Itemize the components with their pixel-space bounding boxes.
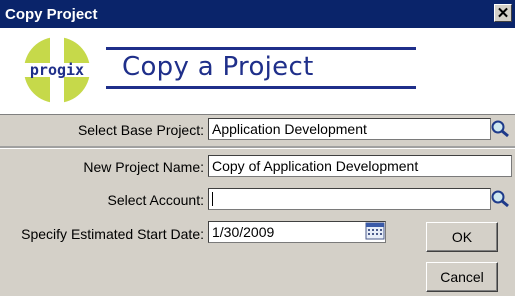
progix-logo: progix bbox=[22, 35, 92, 105]
base-project-label: Select Base Project: bbox=[77, 122, 204, 138]
title-rule-top bbox=[106, 47, 416, 50]
start-date-field[interactable]: 1/30/2009 bbox=[208, 221, 386, 243]
title-rule-bottom bbox=[106, 86, 416, 89]
base-project-field[interactable]: Application Development bbox=[208, 118, 491, 140]
cancel-button[interactable]: Cancel bbox=[426, 262, 498, 292]
calendar-icon[interactable] bbox=[365, 222, 387, 242]
search-icon[interactable] bbox=[489, 189, 511, 209]
text-cursor bbox=[212, 192, 213, 206]
ok-button[interactable]: OK bbox=[426, 222, 498, 252]
search-icon[interactable] bbox=[489, 119, 511, 139]
account-field[interactable] bbox=[208, 188, 491, 210]
logo-text: progix bbox=[29, 61, 85, 79]
window-title: Copy Project bbox=[5, 6, 98, 23]
account-label: Select Account: bbox=[107, 192, 204, 208]
header-divider bbox=[0, 114, 515, 115]
new-project-name-label: New Project Name: bbox=[83, 159, 204, 175]
start-date-label: Specify Estimated Start Date: bbox=[21, 226, 204, 242]
close-button[interactable]: ✕ bbox=[494, 4, 512, 22]
new-project-name-field[interactable]: Copy of Application Development bbox=[208, 155, 512, 177]
page-title: Copy a Project bbox=[122, 52, 314, 82]
title-bar: Copy Project ✕ bbox=[0, 0, 515, 28]
section-divider bbox=[0, 146, 515, 149]
